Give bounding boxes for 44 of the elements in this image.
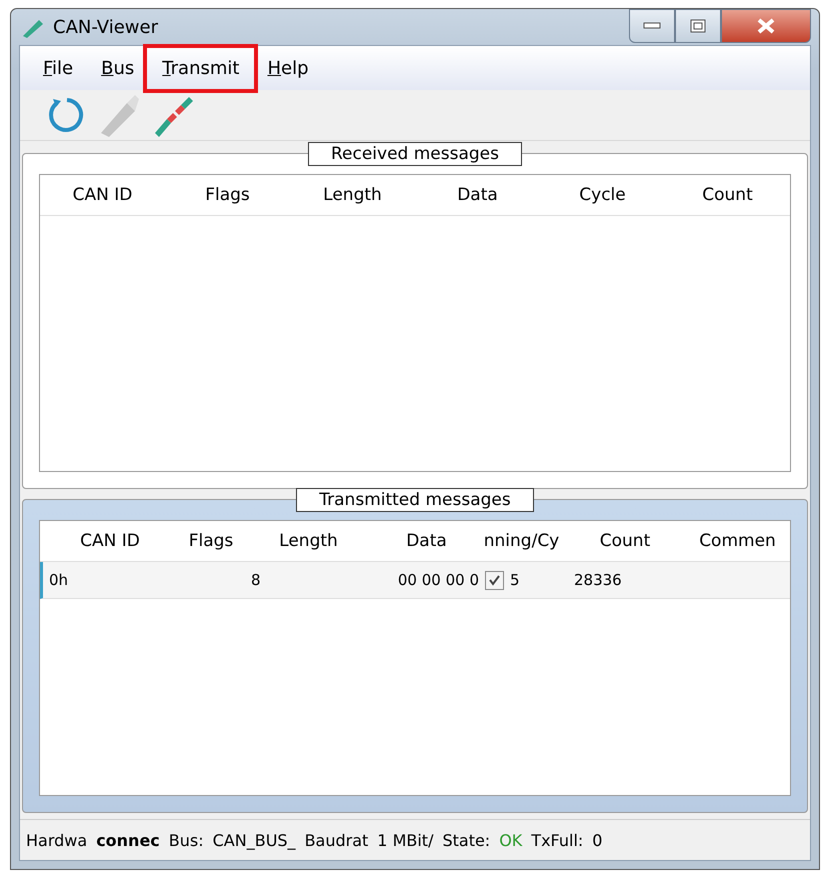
minimize-icon [643, 22, 661, 30]
table-cell-text: 28336 [573, 571, 623, 589]
column-header: Cycle [578, 185, 627, 205]
status-text: Baudrat [304, 830, 368, 850]
status-text: Bus: [168, 830, 204, 850]
close-button[interactable] [721, 9, 811, 43]
status-text: CAN_BUS_ [212, 830, 296, 850]
column-header: CAN ID [79, 531, 141, 551]
column-header: nning/Cy [482, 531, 560, 551]
status-text: Hardwa [26, 830, 88, 850]
column-header: Data [405, 531, 448, 551]
status-text: 0 [592, 830, 602, 850]
table-cell-text: 8 [250, 571, 262, 589]
menu-item[interactable]: Help [256, 54, 320, 82]
table-row[interactable]: 0h 8 00 00 00 0 5 28336 [40, 562, 790, 599]
column-header: Flags [204, 185, 251, 205]
status-text: 1 MBit/ [377, 830, 434, 850]
column-header: Data [456, 185, 499, 205]
checkmark-icon [488, 574, 501, 586]
table-cell-text: 00 00 00 0 [396, 571, 480, 589]
status-text: TxFull: [531, 830, 584, 850]
column-header: Length [278, 531, 339, 551]
column-header: Count [598, 531, 652, 551]
table-cell-text: 0h [48, 571, 70, 589]
table-cell: 5 [510, 571, 520, 589]
menu-item[interactable]: Transmit [151, 54, 250, 82]
status-text: OK [499, 830, 522, 850]
maximize-button[interactable] [675, 9, 721, 43]
column-header: Length [322, 185, 383, 205]
checkbox[interactable] [485, 570, 504, 590]
menu-item[interactable]: Bus [90, 54, 146, 82]
close-icon [757, 18, 775, 34]
menu-item[interactable]: File [32, 54, 84, 82]
window-title: CAN-Viewer [53, 16, 158, 38]
status-text: connec [96, 830, 160, 850]
group-title: Transmitted messages [296, 488, 534, 512]
maximize-icon [690, 19, 706, 33]
column-header: Commen [698, 531, 777, 551]
column-header: Flags [188, 531, 234, 551]
minimize-button[interactable] [629, 9, 675, 43]
group-title: Received messages [308, 142, 522, 166]
column-header: CAN ID [72, 185, 134, 205]
column-header: Count [701, 185, 754, 205]
status-text: State: [442, 830, 490, 850]
